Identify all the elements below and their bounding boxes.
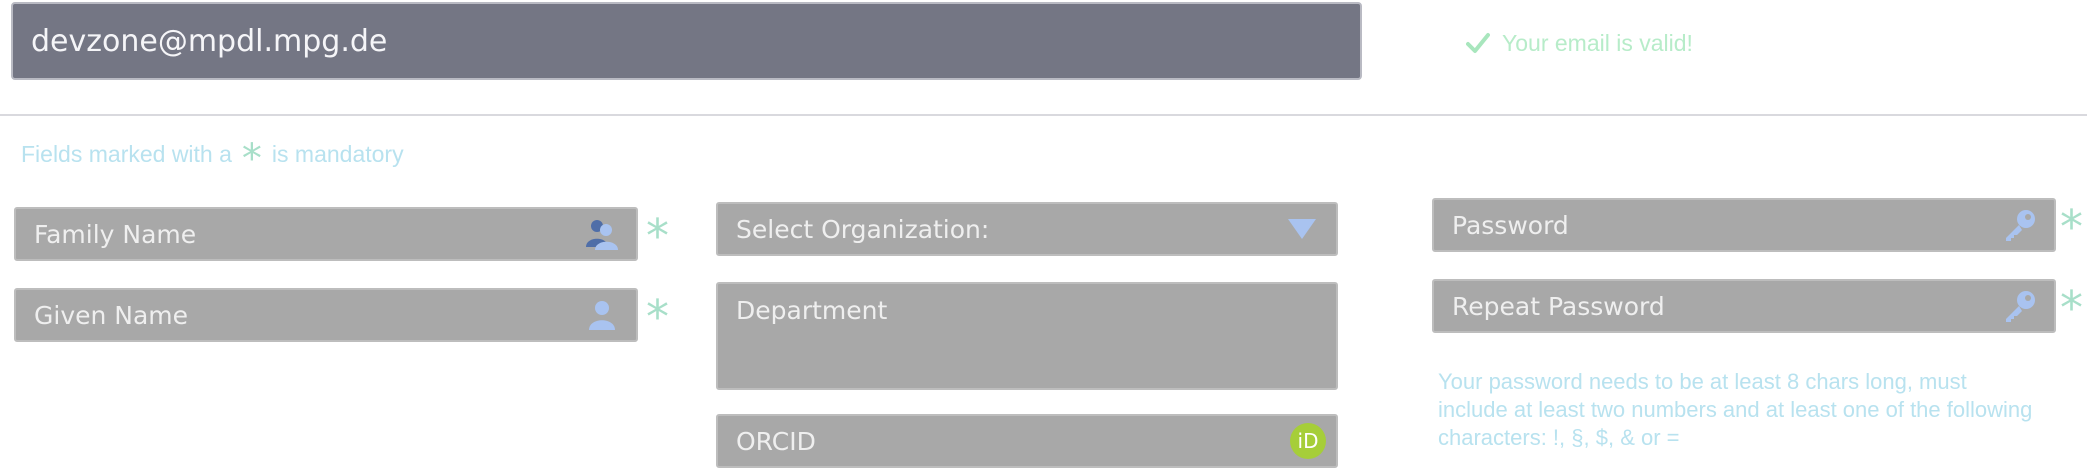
mandatory-note-prefix: Fields marked with a [21, 140, 232, 167]
checkmark-icon [1466, 33, 1490, 53]
orcid-placeholder: ORCID [736, 426, 816, 456]
repeat-password-required-icon: * [2060, 281, 2083, 335]
email-valid-text: Your email is valid! [1502, 29, 1693, 56]
chevron-down-icon[interactable] [1284, 211, 1320, 247]
family-name-field[interactable]: Family Name [14, 207, 638, 261]
given-name-placeholder: Given Name [34, 300, 189, 330]
password-help-text: Your password needs to be at least 8 cha… [1438, 369, 2033, 450]
repeat-password-placeholder: Repeat Password [1452, 291, 1665, 321]
organization-placeholder: Select Organization: [736, 214, 990, 244]
given-name-field[interactable]: Given Name [14, 288, 638, 342]
orcid-icon-text: iD [1297, 429, 1319, 453]
orcid-field[interactable]: ORCID iD [716, 414, 1338, 468]
email-value: devzone@mpdl.mpg.de [31, 23, 388, 59]
repeat-password-field[interactable]: Repeat Password [1432, 279, 2056, 333]
family-name-required-icon: * [646, 209, 669, 263]
key-icon [2002, 288, 2038, 324]
department-field[interactable]: Department [716, 282, 1338, 390]
mandatory-star-icon: * [241, 136, 262, 182]
divider [0, 114, 2087, 116]
mandatory-note-suffix: is mandatory [271, 140, 404, 167]
email-field[interactable]: devzone@mpdl.mpg.de [11, 2, 1362, 80]
given-name-required-icon: * [646, 290, 669, 344]
users-icon [584, 216, 620, 252]
password-field[interactable]: Password [1432, 198, 2056, 252]
password-placeholder: Password [1452, 210, 1569, 240]
organization-select[interactable]: Select Organization: [716, 202, 1338, 256]
email-valid-status: Your email is valid! [1466, 26, 1693, 60]
orcid-icon: iD [1290, 423, 1326, 459]
user-icon [584, 297, 620, 333]
key-icon [2002, 207, 2038, 243]
department-placeholder: Department [736, 296, 888, 325]
family-name-placeholder: Family Name [34, 219, 197, 249]
mandatory-note: Fields marked with a * is mandatory [21, 136, 404, 182]
password-required-icon: * [2060, 200, 2083, 254]
